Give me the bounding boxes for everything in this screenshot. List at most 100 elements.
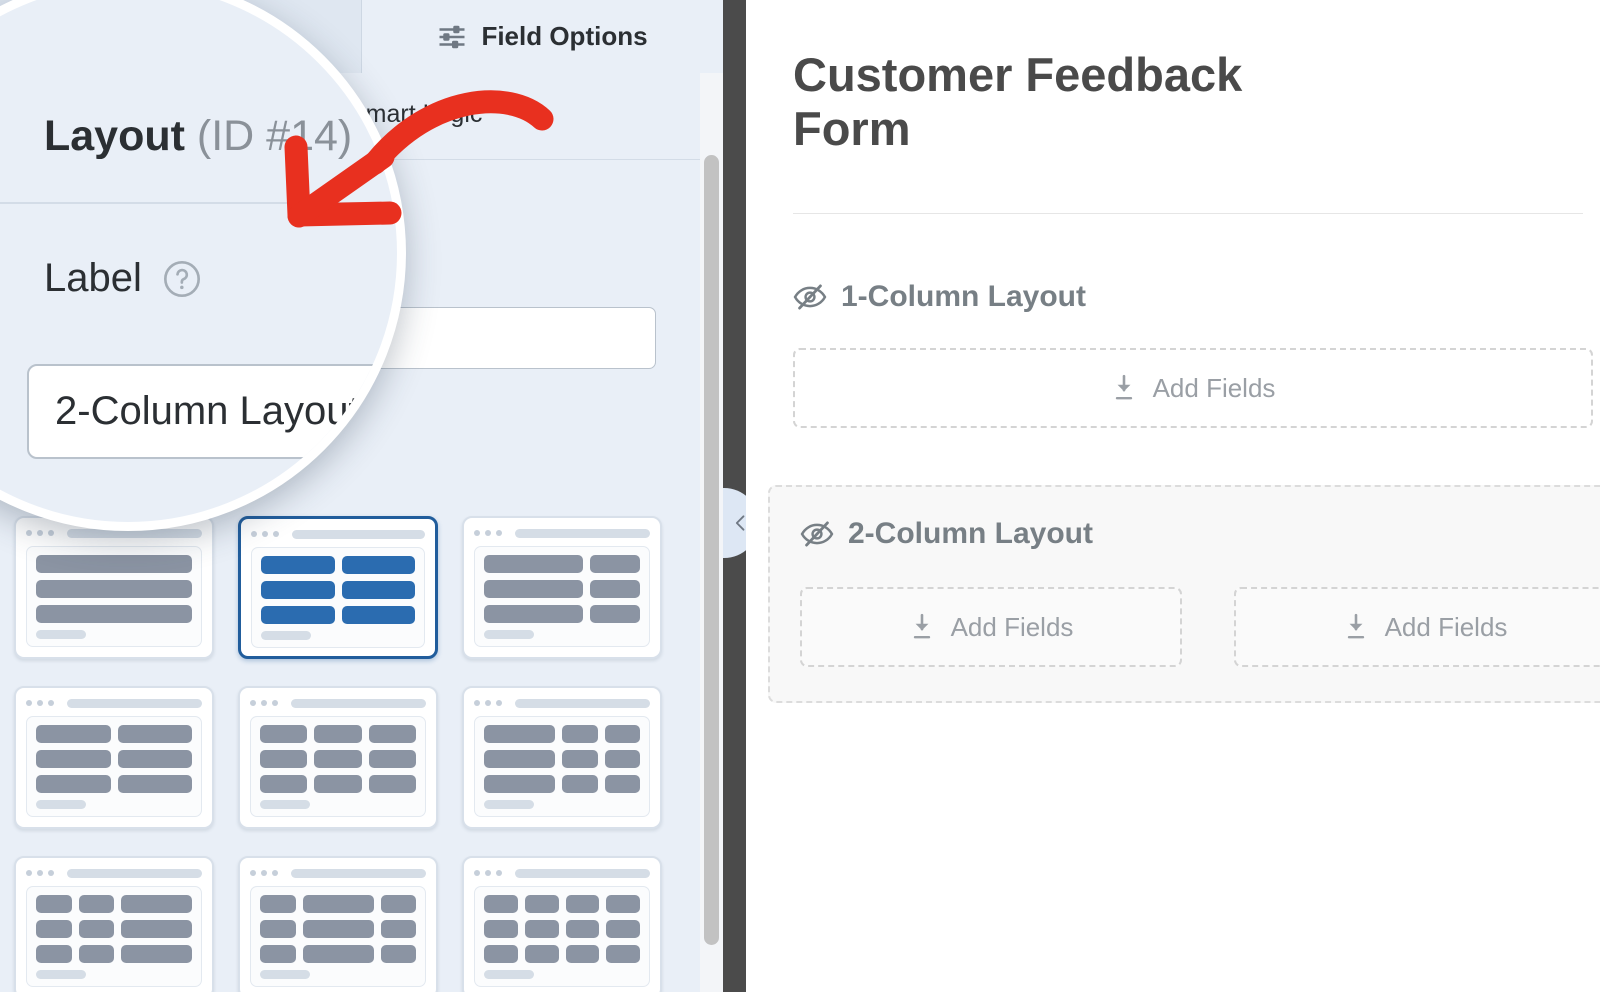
thumb-column-cell — [260, 920, 296, 938]
add-fields-dropzone[interactable]: Add Fields — [800, 587, 1182, 667]
thumb-column-cell — [36, 775, 111, 793]
thumb-browser-bar — [474, 867, 650, 879]
layout-choice-3-column-equal[interactable] — [238, 686, 438, 829]
window-dot-icon — [496, 700, 502, 706]
layout-choice-4-column-equal[interactable] — [462, 856, 662, 992]
layout-choice-2-column-equal-alt[interactable] — [14, 686, 214, 829]
thumb-submit-bar — [484, 630, 534, 639]
thumb-column-cell — [341, 581, 415, 599]
thumb-column-cell — [604, 725, 640, 743]
window-dot-icon — [37, 700, 43, 706]
thumb-urlbar — [291, 868, 426, 878]
thumb-submit-bar — [260, 800, 310, 809]
form-builder-screen: Add Fields Field Options Layout (ID #14) — [0, 0, 1600, 992]
thumb-column-cell — [565, 895, 600, 913]
window-dot-icon — [48, 700, 54, 706]
thumb-column-cell — [380, 895, 416, 913]
thumb-column-cell — [565, 920, 600, 938]
window-dot-icon — [485, 700, 491, 706]
thumb-row — [260, 725, 416, 743]
thumb-column-cell — [341, 606, 415, 624]
thumb-column-cell — [606, 920, 640, 938]
download-icon — [1115, 374, 1132, 400]
layout-choice-3-column-wide-left[interactable] — [462, 686, 662, 829]
thumb-column-cell — [78, 895, 114, 913]
thumb-column-cell — [604, 750, 640, 768]
window-dot-icon — [26, 700, 32, 706]
thumb-urlbar — [515, 698, 650, 708]
thumb-column-cell — [36, 580, 192, 598]
window-dot-icon — [272, 870, 278, 876]
layout-block-2-column[interactable]: 2-Column Layout Add Fields Add Fields — [768, 485, 1600, 703]
thumb-column-cell — [562, 725, 598, 743]
window-dot-icon — [48, 530, 54, 536]
thumb-column-cell — [484, 945, 518, 963]
window-dot-icon — [485, 530, 491, 536]
thumb-canvas — [250, 716, 426, 817]
layout-choice-1-column[interactable] — [14, 516, 214, 659]
thumb-column-cell — [606, 895, 640, 913]
thumb-column-cell — [314, 775, 362, 793]
thumb-column-cell — [368, 750, 416, 768]
thumb-column-cell — [368, 775, 416, 793]
add-fields-dropzone[interactable]: Add Fields — [1234, 587, 1600, 667]
thumb-canvas — [251, 547, 425, 648]
thumb-column-cell — [484, 775, 555, 793]
add-fields-dropzone[interactable]: Add Fields — [793, 348, 1593, 428]
thumb-column-cell — [484, 605, 584, 623]
layout-choice-3-column-wide-center[interactable] — [238, 856, 438, 992]
thumb-column-cell — [302, 920, 374, 938]
window-dot-icon — [250, 700, 256, 706]
thumb-column-cell — [314, 750, 362, 768]
thumb-window-dots — [26, 870, 54, 876]
thumb-column-cell — [261, 581, 335, 599]
thumb-column-cell — [121, 920, 192, 938]
layout-choice-2-column-equal[interactable] — [238, 516, 438, 659]
thumb-row — [260, 920, 416, 938]
thumb-row — [484, 725, 640, 743]
thumb-column-cell — [484, 750, 555, 768]
thumb-column-cell — [117, 775, 192, 793]
thumb-submit-bar — [36, 970, 86, 979]
thumb-row — [36, 895, 192, 913]
thumb-column-cell — [524, 945, 559, 963]
thumb-submit-bar — [36, 800, 86, 809]
thumb-column-cell — [380, 945, 416, 963]
thumb-row — [36, 775, 192, 793]
thumb-row — [36, 920, 192, 938]
thumb-browser-bar — [26, 697, 202, 709]
tab-field-options[interactable]: Field Options — [362, 0, 723, 73]
thumb-row — [484, 895, 640, 913]
layout-choice-2-column-wide-left[interactable] — [462, 516, 662, 659]
form-preview-panel: Customer Feedback Form 1-Column Layout A… — [746, 0, 1600, 992]
thumb-window-dots — [26, 700, 54, 706]
layout-choice-3-column-narrow-narrow-wide[interactable] — [14, 856, 214, 992]
thumb-window-dots — [474, 700, 502, 706]
window-dot-icon — [496, 530, 502, 536]
thumb-row — [261, 556, 415, 574]
thumb-row — [484, 580, 640, 598]
thumb-row — [260, 895, 416, 913]
thumb-browser-bar — [250, 697, 426, 709]
thumb-column-cell — [121, 895, 192, 913]
thumb-row — [36, 750, 192, 768]
thumb-column-cell — [260, 725, 308, 743]
thumb-column-cell — [36, 555, 192, 573]
tab-field-options-label: Field Options — [481, 21, 648, 51]
window-dot-icon — [26, 530, 32, 536]
thumb-column-cell — [78, 920, 114, 938]
title-divider — [793, 213, 1583, 214]
thumb-row — [261, 606, 415, 624]
window-dot-icon — [474, 530, 480, 536]
window-dot-icon — [262, 531, 268, 537]
left-panel-scrollbar-thumb[interactable] — [704, 155, 719, 945]
thumb-browser-bar — [26, 867, 202, 879]
thumb-column-cell — [606, 945, 640, 963]
layout-block-heading: 2-Column Layout — [800, 517, 1600, 551]
thumb-column-cell — [314, 725, 362, 743]
thumb-submit-bar — [261, 631, 311, 640]
thumb-submit-bar — [484, 970, 534, 979]
thumb-window-dots — [474, 530, 502, 536]
thumb-submit-bar — [260, 970, 310, 979]
layout-block-1-column[interactable]: 1-Column Layout Add Fields — [793, 280, 1593, 428]
